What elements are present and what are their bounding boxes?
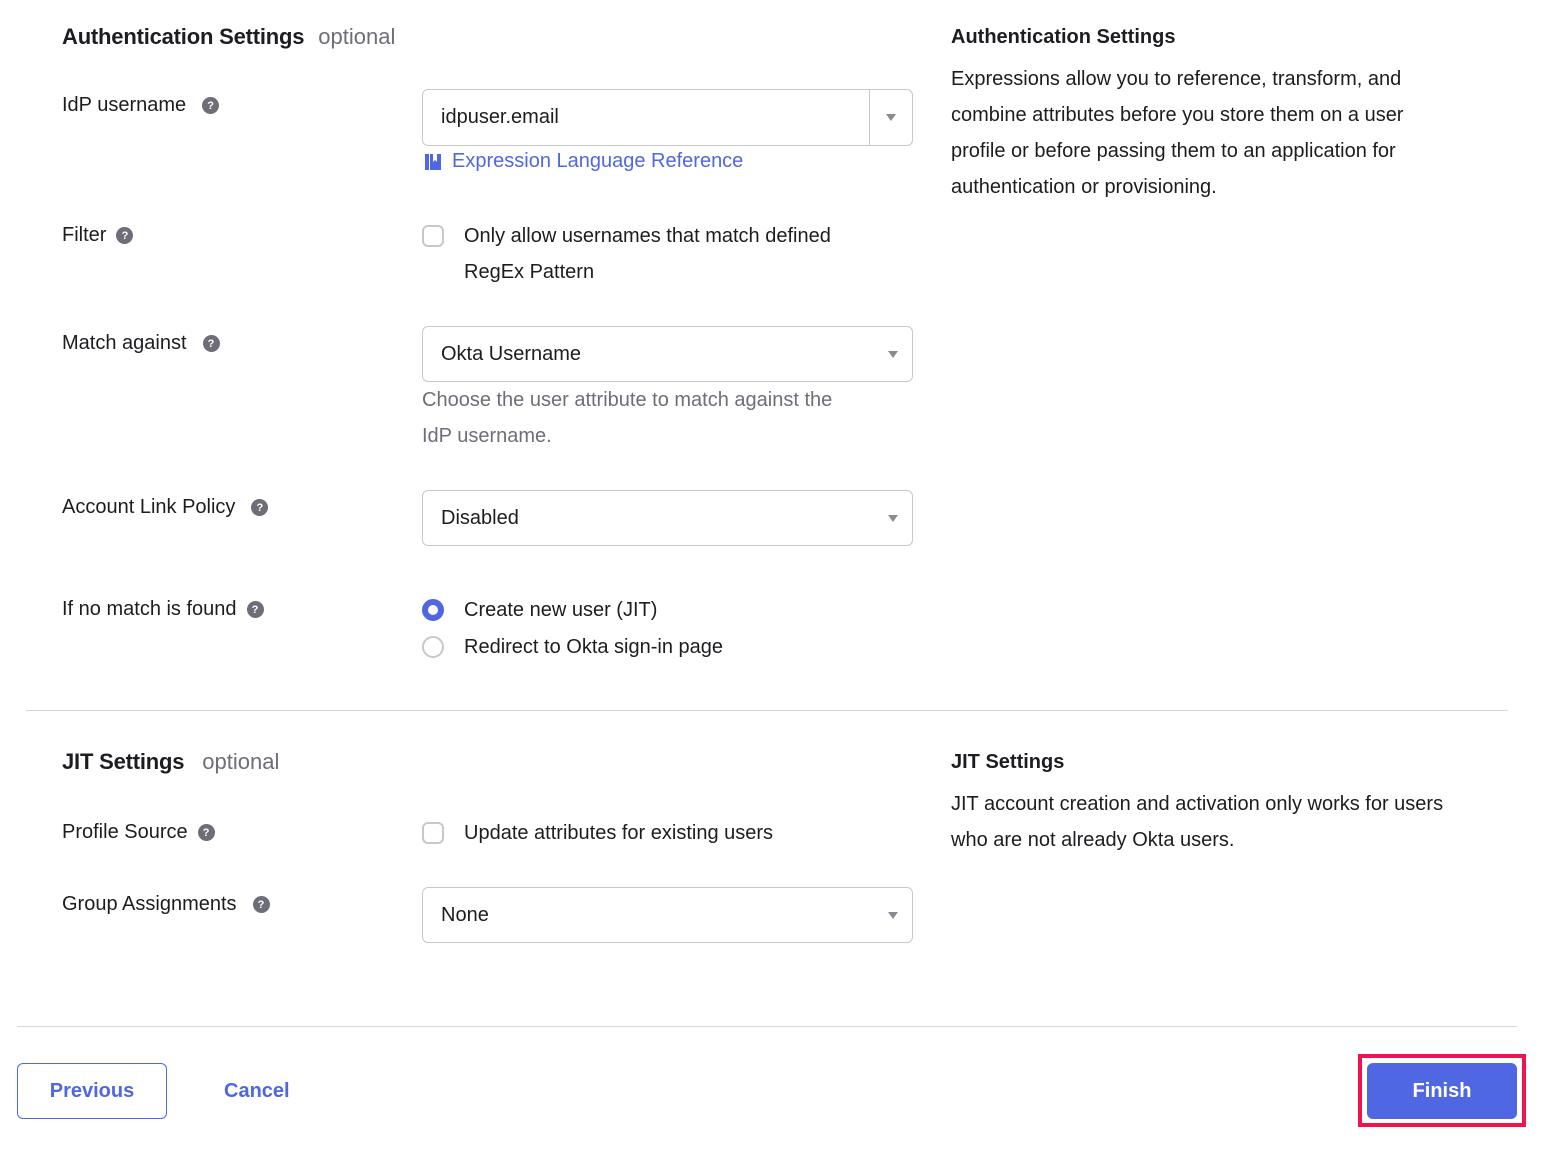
help-icon[interactable]: ? (246, 601, 264, 618)
update-attributes-label[interactable]: Update attributes for existing users (464, 815, 773, 851)
match-against-select[interactable]: Okta Username (422, 326, 913, 382)
match-against-hint-line1: Choose the user attribute to match again… (422, 389, 833, 411)
filter-option-line2: RegEx Pattern (464, 261, 595, 283)
previous-button[interactable]: Previous (17, 1063, 167, 1119)
radio-redirect-okta-signin-label[interactable]: Redirect to Okta sign-in page (464, 629, 723, 665)
jit-optional-tag: optional (202, 749, 280, 774)
idp-username-label-text: IdP username (62, 94, 187, 116)
idp-username-label: IdP username ? (62, 94, 220, 117)
caret-down-icon (886, 114, 896, 121)
match-against-hint-line2: IdP username. (422, 425, 552, 447)
caret-down-icon (888, 514, 898, 522)
idp-username-value[interactable]: idpuser.email (423, 106, 869, 129)
auth-side-line: authentication or provisioning. (951, 176, 1217, 198)
jit-side-title: JIT Settings (951, 751, 1065, 773)
jit-section-title: JIT Settings (62, 749, 185, 774)
filter-label: Filter ? (62, 224, 134, 247)
match-against-value: Okta Username (441, 342, 582, 365)
account-link-policy-label: Account Link Policy ? (62, 496, 269, 519)
section-divider (26, 710, 1508, 711)
jit-section-header: JIT Settings optional (62, 749, 279, 775)
jit-side-line: JIT account creation and activation only… (951, 793, 1444, 815)
profile-source-label-text: Profile Source (62, 821, 188, 843)
group-assignments-label: Group Assignments ? (62, 893, 270, 916)
auth-section-header: Authentication Settings optional (62, 24, 395, 50)
auth-optional-tag: optional (318, 24, 396, 49)
match-against-label: Match against ? (62, 332, 220, 355)
account-link-policy-select[interactable]: Disabled (422, 490, 913, 546)
radio-create-new-user-label[interactable]: Create new user (JIT) (464, 592, 657, 628)
caret-down-icon (888, 350, 898, 358)
jit-side-panel: JIT Settings JIT account creation and ac… (951, 751, 1531, 858)
book-icon (425, 153, 441, 170)
expression-language-reference-text[interactable]: Expression Language Reference (452, 150, 743, 173)
help-icon[interactable]: ? (251, 499, 269, 516)
account-link-policy-label-text: Account Link Policy (62, 496, 236, 518)
no-match-label-text: If no match is found (62, 598, 237, 620)
group-assignments-value: None (441, 903, 489, 926)
expression-language-reference-link[interactable]: Expression Language Reference (424, 150, 743, 173)
auth-side-panel: Authentication Settings Expressions allo… (951, 26, 1531, 205)
auth-side-line: combine attributes before you store them… (951, 104, 1404, 126)
match-against-label-text: Match against (62, 332, 187, 354)
jit-side-description: JIT account creation and activation only… (951, 786, 1531, 858)
filter-regex-checkbox[interactable] (422, 225, 444, 247)
group-assignments-label-text: Group Assignments (62, 893, 237, 915)
filter-regex-option-label[interactable]: Only allow usernames that match defined … (464, 218, 831, 290)
help-icon[interactable]: ? (202, 97, 220, 114)
finish-button[interactable]: Finish (1367, 1063, 1517, 1119)
filter-option-line1: Only allow usernames that match defined (464, 225, 831, 247)
filter-label-text: Filter (62, 224, 107, 246)
help-icon[interactable]: ? (116, 227, 134, 244)
jit-side-line: who are not already Okta users. (951, 829, 1235, 851)
help-icon[interactable]: ? (197, 824, 215, 841)
auth-side-title: Authentication Settings (951, 26, 1176, 48)
help-icon[interactable]: ? (252, 896, 270, 913)
account-link-policy-value: Disabled (441, 506, 519, 529)
update-attributes-checkbox[interactable] (422, 822, 444, 844)
no-match-label: If no match is found ? (62, 598, 264, 621)
help-icon[interactable]: ? (202, 335, 220, 352)
match-against-hint: Choose the user attribute to match again… (422, 382, 832, 454)
profile-source-label: Profile Source ? (62, 821, 215, 844)
radio-redirect-okta-signin[interactable] (422, 636, 444, 658)
auth-section-title: Authentication Settings (62, 24, 305, 49)
auth-side-description: Expressions allow you to reference, tran… (951, 61, 1531, 205)
cancel-button[interactable]: Cancel (224, 1063, 290, 1119)
radio-create-new-user[interactable] (422, 599, 444, 621)
idp-username-dropdown-toggle[interactable] (869, 90, 912, 145)
auth-side-line: profile or before passing them to an app… (951, 140, 1396, 162)
idp-username-combobox[interactable]: idpuser.email (422, 89, 913, 146)
auth-side-line: Expressions allow you to reference, tran… (951, 68, 1402, 90)
footer-divider (17, 1026, 1517, 1027)
group-assignments-select[interactable]: None (422, 887, 913, 943)
caret-down-icon (888, 911, 898, 919)
